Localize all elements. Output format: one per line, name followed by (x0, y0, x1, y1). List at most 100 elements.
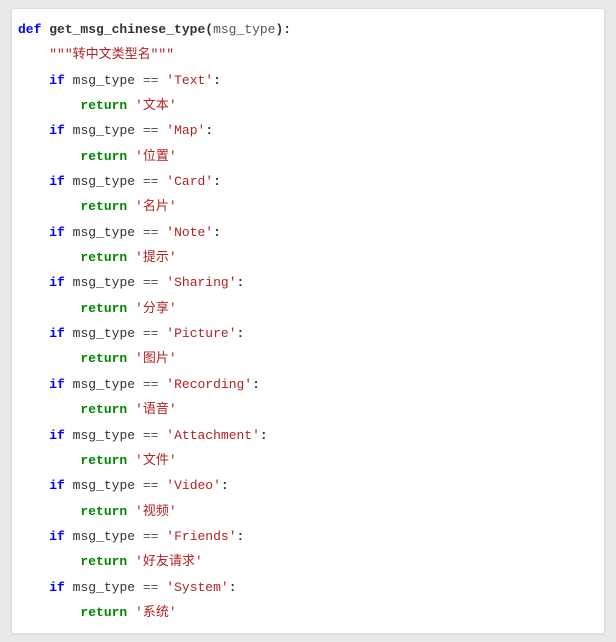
variable: msg_type (73, 73, 135, 88)
code-line-docstring: """转中文类型名""" (18, 42, 604, 67)
code-line-if: if msg_type == 'Friends': (18, 524, 604, 549)
param-name: msg_type (213, 22, 275, 37)
string-literal: 'Video' (166, 478, 221, 493)
keyword-if: if (49, 478, 65, 493)
keyword-return: return (80, 199, 127, 214)
colon: : (252, 377, 260, 392)
operator-eq: == (143, 428, 159, 443)
string-literal: '系统' (135, 605, 177, 620)
paren-open: ( (205, 22, 213, 37)
code-line-if: if msg_type == 'Recording': (18, 372, 604, 397)
string-literal: 'Attachment' (166, 428, 260, 443)
string-literal: 'Sharing' (166, 275, 236, 290)
string-literal: '好友请求' (135, 554, 203, 569)
code-line-return: return '文件' (18, 448, 604, 473)
keyword-return: return (80, 453, 127, 468)
string-literal: 'Note' (166, 225, 213, 240)
keyword-return: return (80, 554, 127, 569)
code-line-if: if msg_type == 'Video': (18, 473, 604, 498)
code-line-return: return '系统' (18, 600, 604, 625)
code-line-if: if msg_type == 'Sharing': (18, 270, 604, 295)
operator-eq: == (143, 478, 159, 493)
variable: msg_type (73, 377, 135, 392)
string-literal: '提示' (135, 250, 177, 265)
code-line-return: return '提示' (18, 245, 604, 270)
string-literal: '位置' (135, 149, 177, 164)
variable: msg_type (73, 326, 135, 341)
operator-eq: == (143, 377, 159, 392)
colon: : (221, 478, 229, 493)
variable: msg_type (73, 123, 135, 138)
case-lines: if msg_type == 'Text': return '文本' if ms… (18, 68, 604, 626)
code-line-return: return '图片' (18, 346, 604, 371)
keyword-if: if (49, 377, 65, 392)
string-literal: 'Card' (166, 174, 213, 189)
string-literal: '名片' (135, 199, 177, 214)
string-literal: 'Friends' (166, 529, 236, 544)
operator-eq: == (143, 326, 159, 341)
string-literal: '视频' (135, 504, 177, 519)
string-literal: 'Picture' (166, 326, 236, 341)
colon: : (283, 22, 291, 37)
code-line-return: return '好友请求' (18, 549, 604, 574)
keyword-if: if (49, 428, 65, 443)
colon: : (213, 174, 221, 189)
keyword-if: if (49, 580, 65, 595)
operator-eq: == (143, 174, 159, 189)
string-literal: '文本' (135, 98, 177, 113)
function-name: get_msg_chinese_type (49, 22, 205, 37)
keyword-return: return (80, 402, 127, 417)
colon: : (237, 529, 245, 544)
docstring: """转中文类型名""" (49, 47, 174, 62)
operator-eq: == (143, 123, 159, 138)
keyword-return: return (80, 301, 127, 316)
keyword-if: if (49, 326, 65, 341)
keyword-if: if (49, 275, 65, 290)
string-literal: '语音' (135, 402, 177, 417)
keyword-return: return (80, 504, 127, 519)
code-line-if: if msg_type == 'Card': (18, 169, 604, 194)
code-line-return: return '语音' (18, 397, 604, 422)
operator-eq: == (143, 580, 159, 595)
code-line-if: if msg_type == 'Attachment': (18, 423, 604, 448)
code-line-def: def get_msg_chinese_type(msg_type): (18, 17, 604, 42)
code-block: def get_msg_chinese_type(msg_type): """转… (11, 8, 605, 634)
code-line-return: return '文本' (18, 93, 604, 118)
code-line-return: return '分享' (18, 296, 604, 321)
keyword-if: if (49, 225, 65, 240)
variable: msg_type (73, 275, 135, 290)
operator-eq: == (143, 275, 159, 290)
variable: msg_type (73, 428, 135, 443)
colon: : (237, 275, 245, 290)
keyword-return: return (80, 605, 127, 620)
colon: : (213, 225, 221, 240)
string-literal: '文件' (135, 453, 177, 468)
code-line-if: if msg_type == 'Text': (18, 68, 604, 93)
string-literal: 'Recording' (166, 377, 252, 392)
colon: : (237, 326, 245, 341)
variable: msg_type (73, 529, 135, 544)
string-literal: 'Map' (166, 123, 205, 138)
keyword-if: if (49, 174, 65, 189)
code-line-return: return '名片' (18, 194, 604, 219)
operator-eq: == (143, 73, 159, 88)
colon: : (260, 428, 268, 443)
code-line-if: if msg_type == 'System': (18, 575, 604, 600)
variable: msg_type (73, 225, 135, 240)
code-line-return: return '视频' (18, 499, 604, 524)
code-line-if: if msg_type == 'Note': (18, 220, 604, 245)
variable: msg_type (73, 580, 135, 595)
keyword-return: return (80, 149, 127, 164)
keyword-def: def (18, 22, 41, 37)
operator-eq: == (143, 225, 159, 240)
variable: msg_type (73, 478, 135, 493)
keyword-if: if (49, 123, 65, 138)
colon: : (213, 73, 221, 88)
code-line-if: if msg_type == 'Picture': (18, 321, 604, 346)
keyword-return: return (80, 250, 127, 265)
keyword-return: return (80, 98, 127, 113)
colon: : (229, 580, 237, 595)
code-line-return: return '位置' (18, 144, 604, 169)
string-literal: 'System' (166, 580, 228, 595)
keyword-if: if (49, 73, 65, 88)
